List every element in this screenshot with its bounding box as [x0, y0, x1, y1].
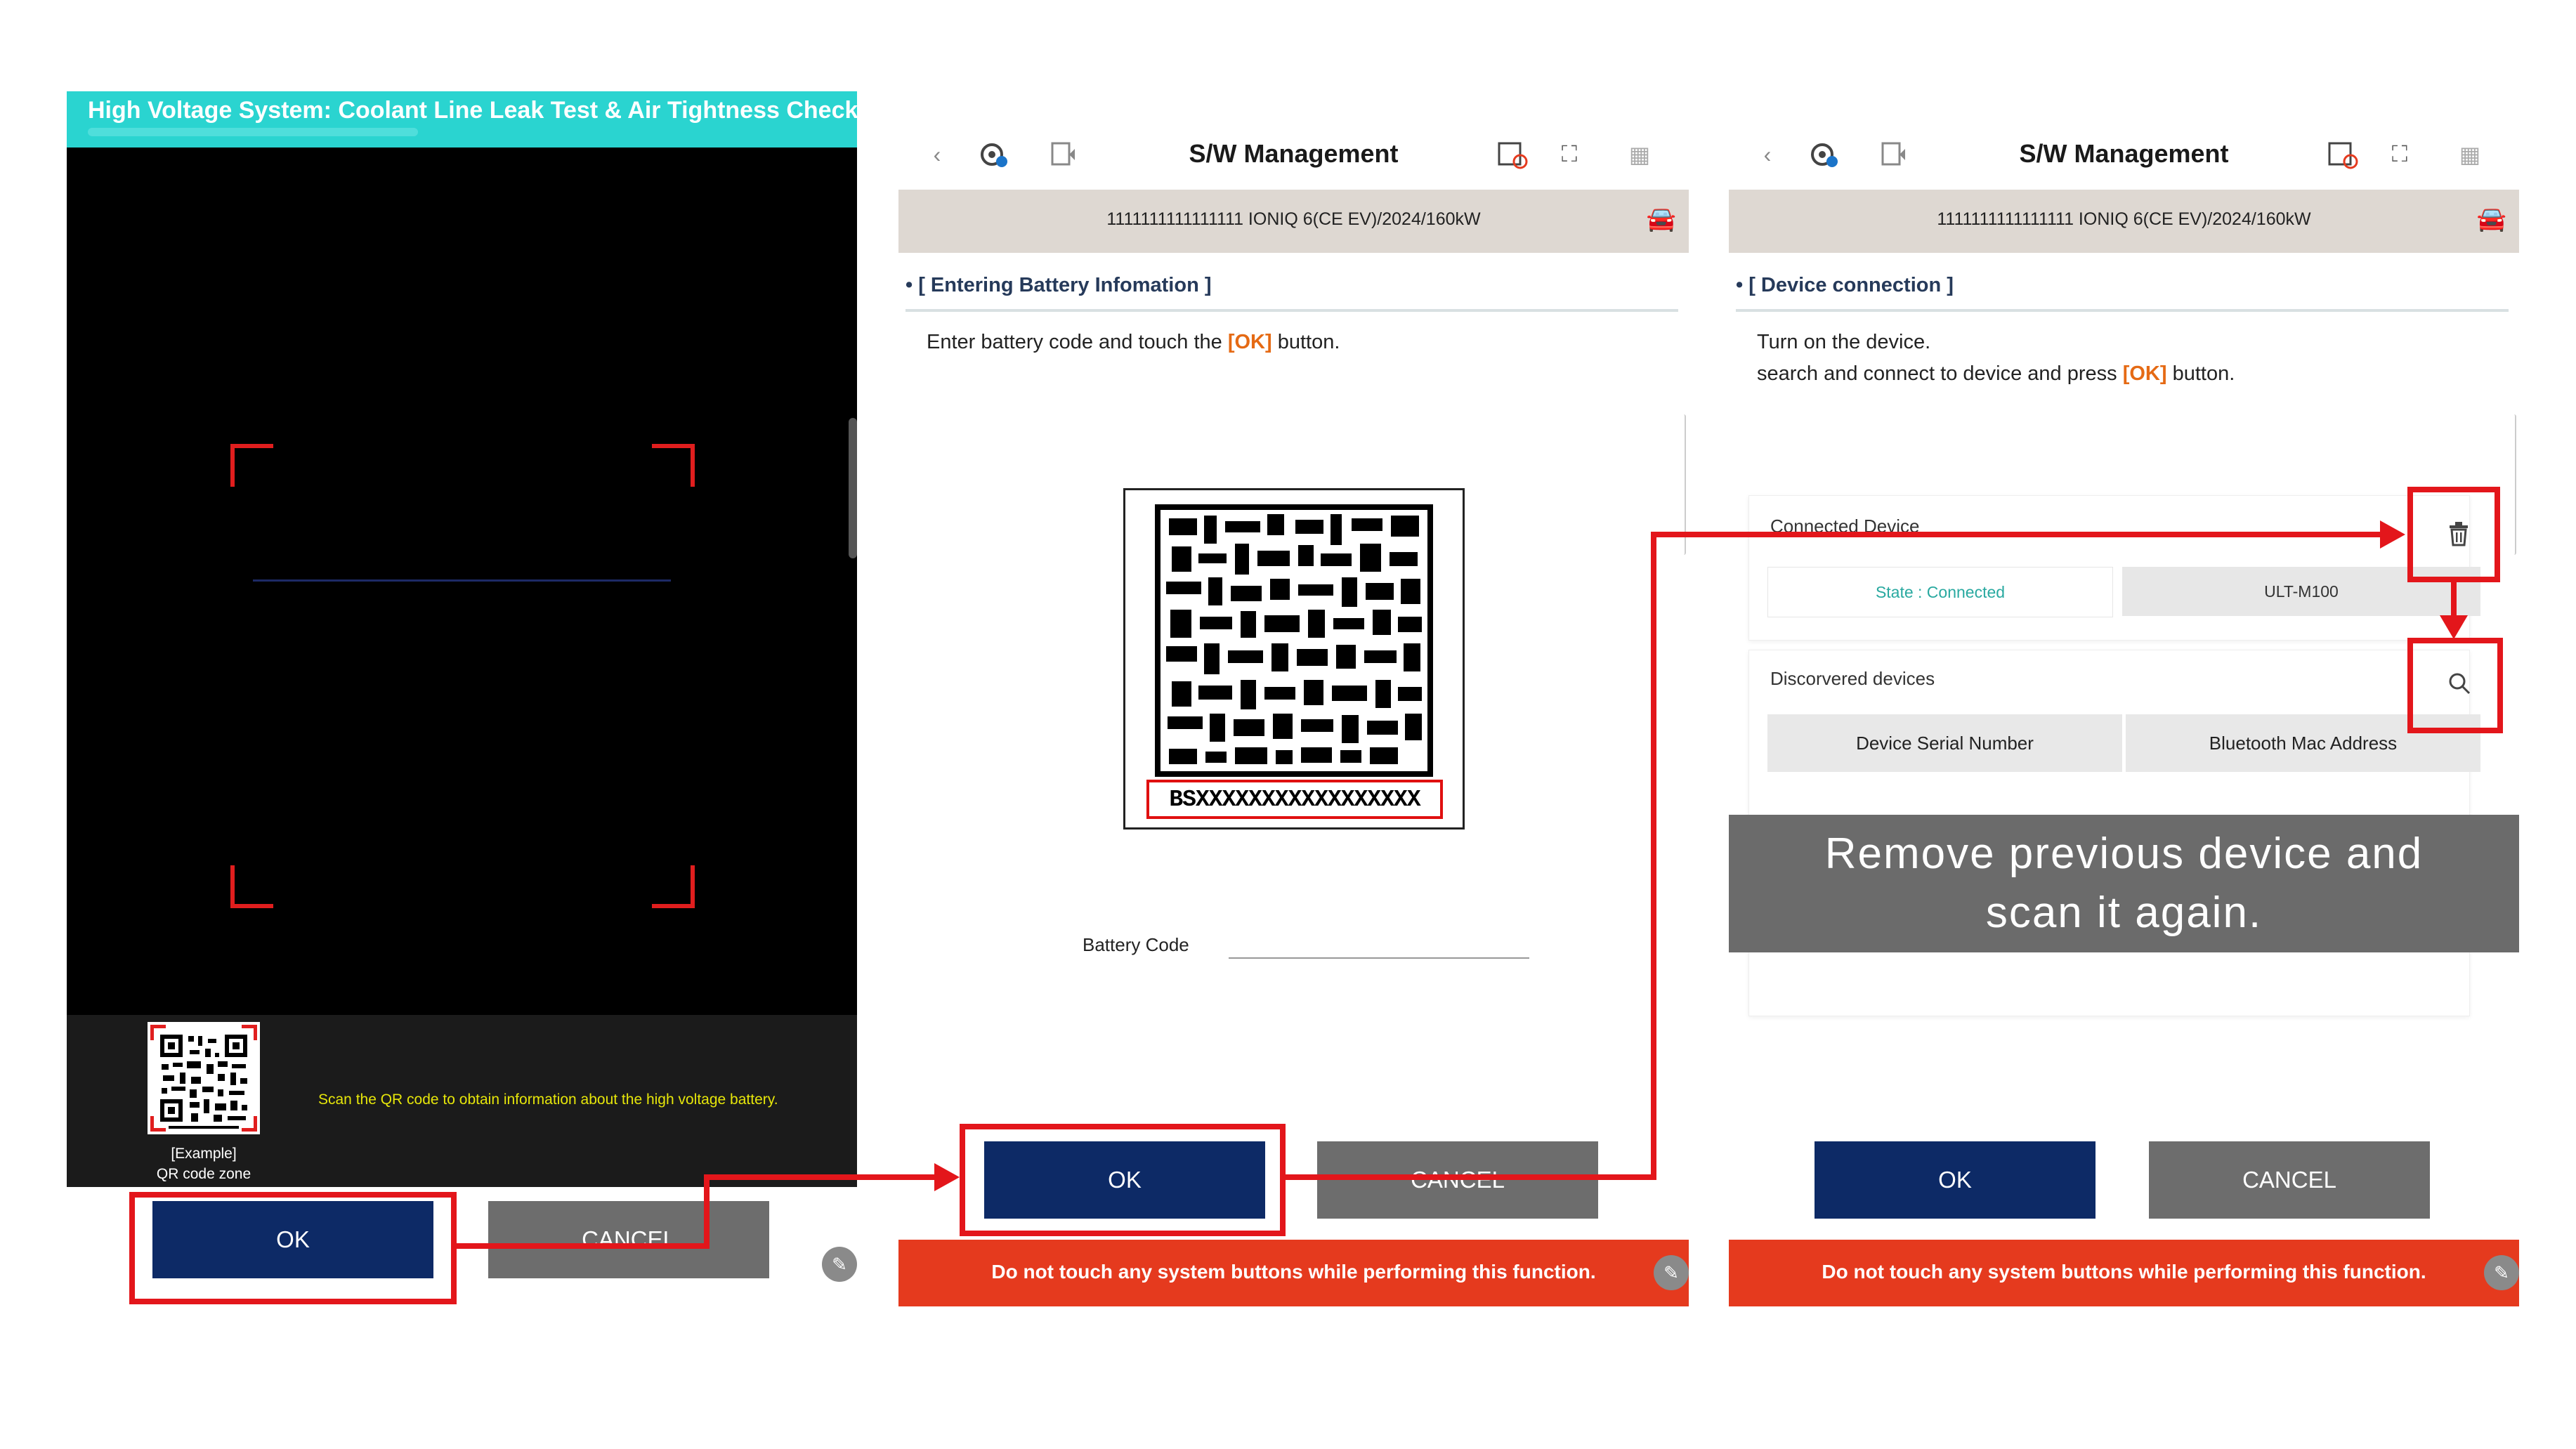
annotation-connector-1a [457, 1243, 710, 1249]
annotation-banner: Remove previous device and scan it again… [1729, 815, 2519, 952]
edit-pencil-icon[interactable]: ✎ [1654, 1255, 1689, 1290]
vehicle-info-bar: 1111111111111111 IONIQ 6(CE EV)/2024/160… [898, 190, 1689, 253]
title-bar: High Voltage System: Coolant Line Leak T… [67, 91, 858, 147]
vehicle-info: 1111111111111111 IONIQ 6(CE EV)/2024/160… [1937, 209, 2311, 229]
annotation-connector-2a [1286, 1174, 1656, 1180]
annotation-arrow-2 [2380, 520, 2405, 549]
warning-bar: Do not touch any system buttons while pe… [898, 1240, 1689, 1306]
grid-menu-icon[interactable]: ▦ [2452, 137, 2487, 172]
warning-text: Do not touch any system buttons while pe… [1822, 1261, 2426, 1283]
annotation-connector-3 [2451, 582, 2457, 617]
car-status-icon[interactable]: 🚘 [2477, 205, 2506, 233]
banner-line-2: scan it again. [1985, 889, 2263, 937]
section-header: • [ Entering Battery Infomation ] [905, 274, 1678, 312]
calendar-status-icon[interactable] [1496, 137, 1531, 172]
discovered-devices-label: Discorvered devices [1770, 668, 1935, 689]
scroll-indicator [2512, 414, 2516, 555]
cancel-button[interactable]: CANCEL [1317, 1141, 1598, 1219]
app-top-bar: ‹ S/W Management ⛶ ▦ [898, 119, 1689, 190]
car-status-icon[interactable]: 🚘 [1647, 205, 1676, 233]
warning-bar: Do not touch any system buttons while pe… [1729, 1240, 2519, 1306]
example-label: [Example] [171, 1146, 237, 1162]
edit-pencil-icon[interactable]: ✎ [822, 1247, 857, 1282]
scan-instruction: Scan the QR code to obtain information a… [318, 1091, 778, 1108]
calendar-status-icon[interactable] [2326, 137, 2361, 172]
instruction-line-1: Turn on the device. [1757, 331, 1931, 353]
annotation-arrow-1 [934, 1163, 960, 1191]
edit-pencil-icon[interactable]: ✎ [2484, 1255, 2519, 1290]
section-title: • [ Device connection ] [1736, 274, 1954, 296]
instruction-text: Turn on the device. search and connect t… [1757, 327, 2235, 390]
device-connection-panel: ‹ S/W Management ⛶ ▦ 1111111111111111 IO… [1729, 119, 2519, 1306]
subtitle-placeholder [88, 128, 418, 136]
battery-code-example-text: BSXXXXXXXXXXXXXXXXX [1146, 780, 1443, 819]
example-qr-caption: [Example] QR code zone [137, 1143, 270, 1184]
side-drag-handle[interactable] [849, 418, 857, 558]
expand-icon[interactable]: ⛶ [1552, 137, 1587, 172]
vehicle-info: 1111111111111111 IONIQ 6(CE EV)/2024/160… [1106, 209, 1481, 229]
section-title: • [ Entering Battery Infomation ] [905, 274, 1212, 296]
battery-code-example-image: BSXXXXXXXXXXXXXXXXX [1123, 488, 1465, 830]
viewfinder-corner-bottom-right [652, 865, 695, 908]
viewfinder-corner-top-left [230, 444, 273, 487]
qr-zone-label: QR code zone [156, 1166, 251, 1182]
connection-state: State : Connected [1767, 567, 2113, 617]
annotation-box-ok-2 [960, 1124, 1286, 1236]
example-qr-image [148, 1022, 260, 1134]
battery-code-label: Battery Code [1083, 934, 1189, 955]
app-top-bar: ‹ S/W Management ⛶ ▦ [1729, 119, 2519, 190]
annotation-connector-2c [1651, 532, 2381, 537]
viewfinder-corner-top-right [652, 444, 695, 487]
cancel-button[interactable]: CANCEL [2149, 1141, 2430, 1219]
annotation-connector-1c [704, 1174, 943, 1180]
expand-icon[interactable]: ⛶ [2382, 137, 2417, 172]
annotation-connector-2b [1651, 532, 1656, 1180]
instruction-text: Enter battery code and touch the [OK] bu… [927, 331, 1340, 353]
camera-viewfinder[interactable] [67, 147, 857, 1106]
instruction-line-2: search and connect to device and press [… [1757, 362, 2235, 385]
battery-code-input[interactable] [1229, 957, 1529, 959]
section-header: • [ Device connection ] [1736, 274, 2509, 312]
qr-scanner-panel: High Voltage System: Coolant Line Leak T… [67, 91, 858, 1306]
banner-line-1: Remove previous device and [1824, 830, 2424, 878]
annotation-connector-1b [704, 1174, 710, 1249]
annotation-arrow-3 [2440, 615, 2468, 639]
scan-line [253, 579, 671, 582]
column-header-serial[interactable]: Device Serial Number [1767, 714, 2122, 772]
viewfinder-corner-bottom-left [230, 865, 273, 908]
cancel-button[interactable]: CANCEL [488, 1201, 769, 1278]
annotation-box-ok-1 [129, 1192, 457, 1304]
grid-menu-icon[interactable]: ▦ [1622, 137, 1657, 172]
vehicle-info-bar: 1111111111111111 IONIQ 6(CE EV)/2024/160… [1729, 190, 2519, 253]
annotation-box-search [2407, 638, 2503, 733]
ok-button[interactable]: OK [1815, 1141, 2096, 1219]
warning-text: Do not touch any system buttons while pe… [991, 1261, 1596, 1283]
annotation-box-trash [2407, 487, 2500, 582]
page-title: High Voltage System: Coolant Line Leak T… [88, 97, 858, 124]
